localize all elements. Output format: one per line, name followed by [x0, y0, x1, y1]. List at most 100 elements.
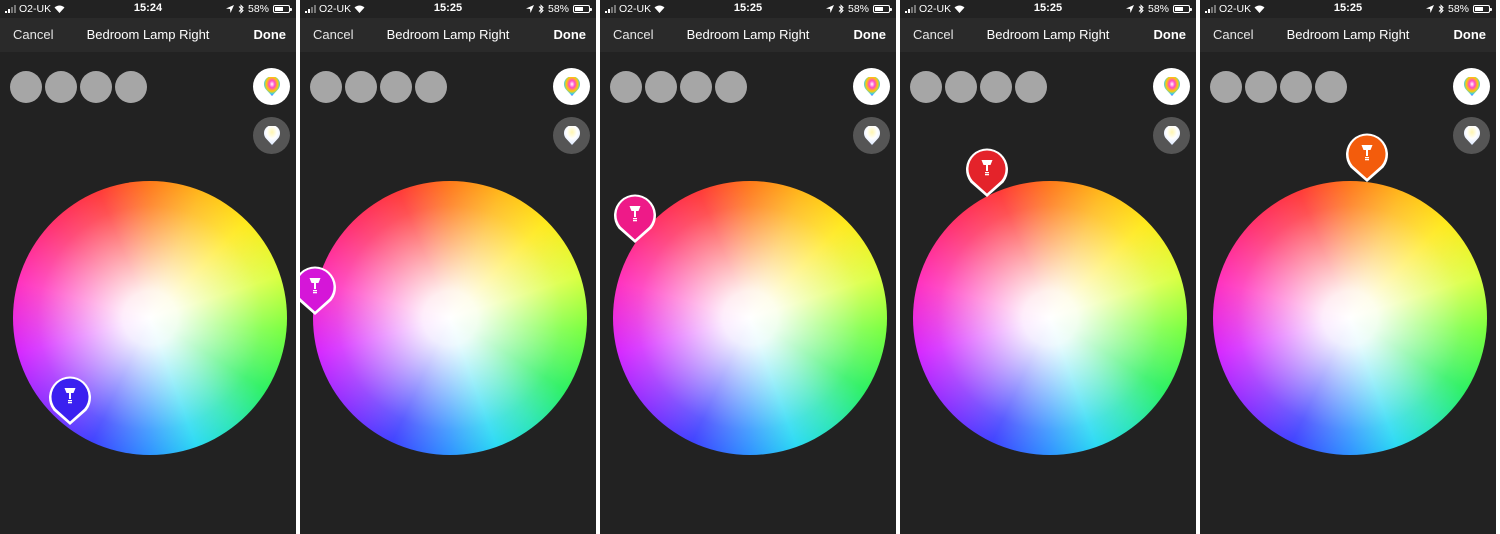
white-mode-button[interactable]: [1453, 117, 1490, 154]
color-wheel-saturation-center: [313, 181, 587, 455]
battery-icon: [273, 5, 292, 13]
location-arrow-icon: [225, 5, 234, 13]
bluetooth-icon: [838, 4, 844, 14]
battery-percent: 58%: [1447, 3, 1469, 15]
done-button[interactable]: Done: [554, 27, 587, 42]
white-mode-button[interactable]: [1153, 117, 1190, 154]
preset-swatch-1[interactable]: [910, 71, 942, 103]
battery-icon: [573, 5, 592, 13]
color-presets: [310, 71, 447, 103]
color-mode-button[interactable]: [553, 68, 590, 105]
battery-percent: 58%: [1147, 3, 1169, 15]
preset-swatch-2[interactable]: [645, 71, 677, 103]
color-mode-button[interactable]: [853, 68, 890, 105]
navigation-bar: Cancel Bedroom Lamp Right Done: [900, 18, 1196, 52]
white-mode-button[interactable]: [553, 117, 590, 154]
white-ambiance-icon: [263, 125, 280, 145]
white-ambiance-icon: [863, 125, 880, 145]
battery-icon: [1173, 5, 1192, 13]
color-wheel[interactable]: [1213, 181, 1487, 455]
navigation-bar: Cancel Bedroom Lamp Right Done: [600, 18, 896, 52]
done-button[interactable]: Done: [1154, 27, 1187, 42]
preset-swatch-1[interactable]: [610, 71, 642, 103]
phone-screen-1: O2-UK 15:24 58% Cancel Bedroom Lamp Righ…: [0, 0, 296, 534]
color-palette-icon: [1463, 76, 1480, 96]
color-palette-icon: [263, 76, 280, 96]
cancel-button[interactable]: Cancel: [313, 27, 353, 42]
preset-swatch-2[interactable]: [945, 71, 977, 103]
navigation-bar: Cancel Bedroom Lamp Right Done: [0, 18, 296, 52]
preset-swatch-2[interactable]: [345, 71, 377, 103]
location-arrow-icon: [825, 5, 834, 13]
battery-percent: 58%: [247, 3, 269, 15]
color-mode-button[interactable]: [1153, 68, 1190, 105]
cancel-button[interactable]: Cancel: [1213, 27, 1253, 42]
preset-swatch-4[interactable]: [115, 71, 147, 103]
white-ambiance-icon: [1463, 125, 1480, 145]
color-presets: [10, 71, 147, 103]
battery-level: [1175, 7, 1183, 11]
color-palette-icon: [1163, 76, 1180, 96]
preset-swatch-3[interactable]: [680, 71, 712, 103]
color-wheel[interactable]: [313, 181, 587, 455]
marker-color-fill: [968, 150, 1006, 194]
color-wheel[interactable]: [913, 181, 1187, 455]
white-ambiance-icon: [563, 125, 580, 145]
status-bar: O2-UK 15:25 58%: [900, 0, 1196, 18]
preset-swatch-1[interactable]: [10, 71, 42, 103]
bluetooth-icon: [538, 4, 544, 14]
color-palette-icon: [563, 76, 580, 96]
bluetooth-icon: [1138, 4, 1144, 14]
status-bar: O2-UK 15:25 58%: [300, 0, 596, 18]
done-button[interactable]: Done: [1454, 27, 1487, 42]
marker-color-fill: [51, 378, 89, 422]
battery-level: [1475, 7, 1483, 11]
preset-swatch-2[interactable]: [1245, 71, 1277, 103]
color-wheel-saturation-center: [913, 181, 1187, 455]
preset-swatch-3[interactable]: [1280, 71, 1312, 103]
bluetooth-icon: [1438, 4, 1444, 14]
marker-color-fill: [616, 196, 654, 240]
preset-swatch-3[interactable]: [80, 71, 112, 103]
preset-swatch-1[interactable]: [310, 71, 342, 103]
color-wheel-saturation-center: [1213, 181, 1487, 455]
preset-swatch-4[interactable]: [1015, 71, 1047, 103]
done-button[interactable]: Done: [254, 27, 287, 42]
preset-swatch-3[interactable]: [380, 71, 412, 103]
battery-icon: [873, 5, 892, 13]
preset-swatch-1[interactable]: [1210, 71, 1242, 103]
preset-swatch-3[interactable]: [980, 71, 1012, 103]
preset-swatch-4[interactable]: [415, 71, 447, 103]
battery-percent: 58%: [847, 3, 869, 15]
navigation-bar: Cancel Bedroom Lamp Right Done: [1200, 18, 1496, 52]
location-arrow-icon: [1425, 5, 1434, 13]
phone-screen-2: O2-UK 15:25 58% Cancel Bedroom Lamp Righ…: [300, 0, 596, 534]
location-arrow-icon: [1125, 5, 1134, 13]
preset-swatch-4[interactable]: [715, 71, 747, 103]
cancel-button[interactable]: Cancel: [613, 27, 653, 42]
battery-level: [275, 7, 283, 11]
color-mode-button[interactable]: [253, 68, 290, 105]
cancel-button[interactable]: Cancel: [13, 27, 53, 42]
bluetooth-icon: [238, 4, 244, 14]
preset-swatch-2[interactable]: [45, 71, 77, 103]
white-mode-button[interactable]: [253, 117, 290, 154]
preset-swatch-4[interactable]: [1315, 71, 1347, 103]
light-position-marker[interactable]: [1344, 131, 1390, 183]
marker-color-fill: [1348, 135, 1386, 179]
battery-percent: 58%: [547, 3, 569, 15]
battery-level: [575, 7, 583, 11]
color-mode-button[interactable]: [1453, 68, 1490, 105]
light-position-marker[interactable]: [300, 264, 338, 316]
status-bar: O2-UK 15:25 58%: [1200, 0, 1496, 18]
white-ambiance-icon: [1163, 125, 1180, 145]
done-button[interactable]: Done: [854, 27, 887, 42]
color-presets: [1210, 71, 1347, 103]
light-position-marker[interactable]: [612, 192, 658, 244]
battery-level: [875, 7, 883, 11]
cancel-button[interactable]: Cancel: [913, 27, 953, 42]
light-position-marker[interactable]: [47, 374, 93, 426]
light-position-marker[interactable]: [964, 146, 1010, 198]
phone-screen-4: O2-UK 15:25 58% Cancel Bedroom Lamp Righ…: [900, 0, 1196, 534]
white-mode-button[interactable]: [853, 117, 890, 154]
